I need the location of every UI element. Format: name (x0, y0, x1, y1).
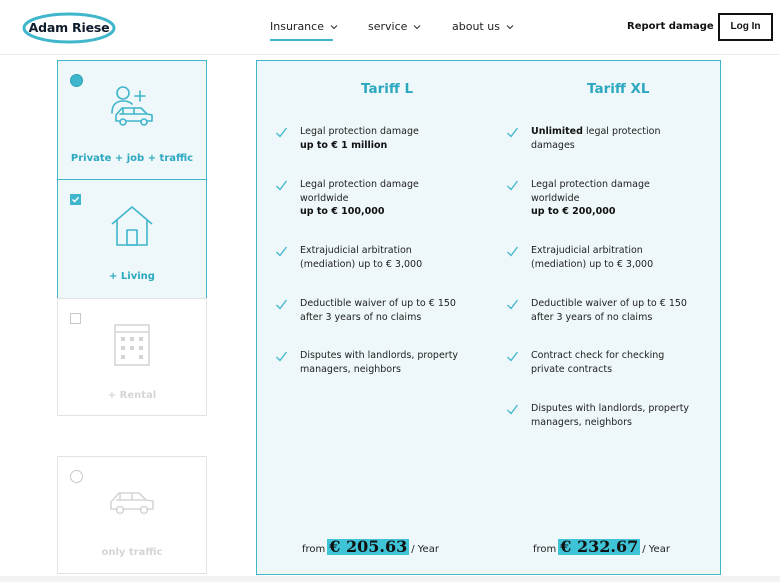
checkmark-icon (507, 180, 519, 191)
tariff-xl-feature: Disputes with landlords, property manage… (507, 402, 711, 429)
chevron-down-icon (506, 24, 514, 29)
checkmark-icon (507, 404, 519, 415)
checkmark-icon (276, 351, 288, 362)
logo-text: Adam Riese (28, 20, 110, 35)
checkbox-unchecked[interactable] (70, 313, 81, 324)
checkmark-icon (507, 299, 519, 310)
nav-insurance[interactable]: Insurance (270, 20, 339, 41)
price-prefix: from (302, 544, 326, 555)
option-label: Private + job + traffic (70, 153, 194, 164)
chevron-down-icon (330, 24, 338, 29)
checkmark-icon (507, 351, 519, 362)
building-icon (114, 324, 150, 366)
tariff-l-title: Tariff L (361, 81, 414, 97)
checkmark-icon (276, 246, 288, 257)
login-button[interactable]: Log In (718, 13, 773, 41)
chevron-down-icon (414, 24, 421, 29)
tariff-l-feature: Disputes with landlords, property manage… (276, 349, 480, 376)
tariff-l-price: from € 205.63 / Year (302, 539, 439, 555)
checkmark-icon (276, 180, 288, 191)
nav-service-label: service (368, 20, 408, 33)
checkbox-checked[interactable] (70, 194, 81, 205)
report-damage-link[interactable]: Report damage (627, 21, 714, 32)
tariff-xl-feature: Legal protection damage worldwide up to €… (507, 178, 721, 219)
nav-insurance-label: Insurance (270, 20, 324, 33)
price-period: / Year (642, 544, 670, 555)
tariff-l-feature: Legal protection damage up to € 1 million (276, 125, 490, 152)
option-only-traffic[interactable]: only traffic (57, 456, 207, 574)
tariff-xl-feature: Unlimited legal protection damages (507, 125, 691, 152)
logo[interactable]: Adam Riese (22, 12, 116, 44)
tariff-l-feature: Extrajudicial arbitration (mediation) up… (276, 244, 450, 271)
car-icon (110, 492, 154, 515)
tariff-xl-feature: Contract check for checking private cont… (507, 349, 686, 376)
tariff-comparison-panel: Tariff L Tariff XL Legal protection dama… (256, 60, 721, 575)
checkmark-icon (507, 127, 519, 138)
price-amount: € 232.67 (558, 537, 641, 556)
tariff-l-feature: Legal protection damage worldwide up to €… (276, 178, 490, 219)
option-label: + Rental (107, 390, 157, 401)
nav-about-label: about us (452, 20, 500, 33)
nav-service[interactable]: service (368, 20, 422, 33)
option-label: only traffic (101, 547, 163, 558)
site-header: Adam Riese Insurance service about us Re… (0, 0, 780, 55)
checkmark-icon (276, 127, 288, 138)
tariff-xl-title: Tariff XL (587, 81, 650, 97)
tariff-xl-price: from € 232.67 / Year (533, 539, 670, 555)
option-label: + Living (109, 271, 155, 282)
option-living[interactable]: + Living (57, 179, 207, 299)
option-private-job-traffic[interactable]: Private + job + traffic (57, 60, 207, 180)
radio-unselected[interactable] (70, 470, 83, 483)
tariff-l-feature: Deductible waiver of up to € 150 after 3… (276, 297, 475, 324)
nav-about-us[interactable]: about us (452, 20, 515, 33)
option-rental[interactable]: + Rental (57, 298, 207, 416)
person-car-icon (111, 86, 153, 126)
checkmark-icon (276, 299, 288, 310)
price-amount: € 205.63 (327, 537, 410, 556)
page-bottom-edge (0, 576, 780, 582)
tariff-xl-feature: Extrajudicial arbitration (mediation) up… (507, 244, 681, 271)
price-prefix: from (533, 544, 557, 555)
house-icon (111, 206, 153, 246)
checkmark-icon (507, 246, 519, 257)
radio-selected[interactable] (70, 74, 83, 87)
tariff-xl-feature: Deductible waiver of up to € 150 after 3… (507, 297, 706, 324)
price-period: / Year (411, 544, 439, 555)
